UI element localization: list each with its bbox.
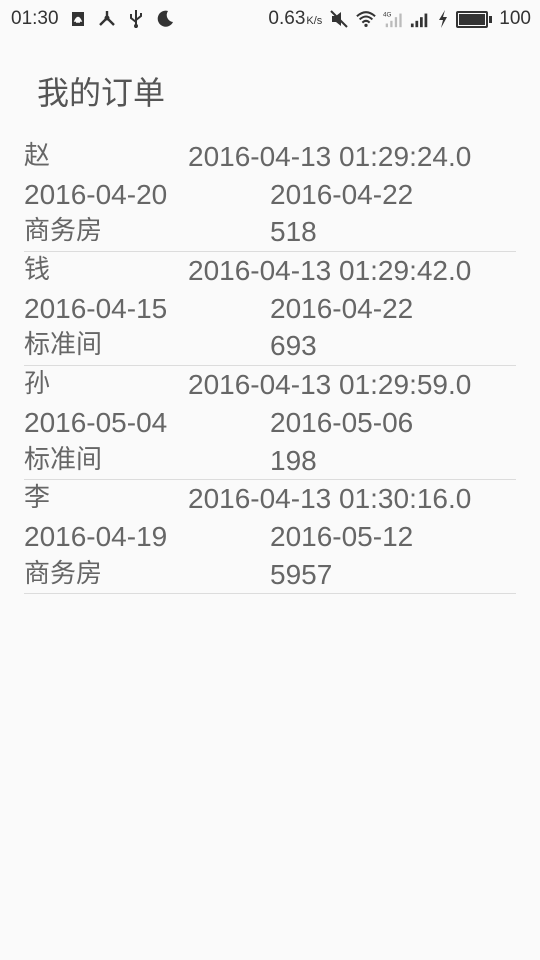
order-created-time: 2016-04-13 01:29:59.0	[188, 369, 472, 401]
order-check-out: 2016-04-22	[270, 292, 414, 324]
speed-value: 0.63	[268, 8, 306, 29]
order-price: 693	[270, 330, 317, 362]
battery-icon	[456, 10, 493, 28]
network-speed: 0.63 K/s	[268, 8, 322, 30]
mute-icon	[329, 9, 349, 29]
order-room-type: 商务房	[24, 216, 103, 247]
order-created-time: 2016-04-13 01:30:16.0	[188, 483, 472, 515]
order-name: 孙	[24, 369, 51, 400]
order-name: 钱	[24, 255, 51, 286]
status-time: 01:30	[11, 8, 59, 29]
order-room-type: 标准间	[24, 444, 103, 475]
order-room-type: 商务房	[24, 558, 103, 589]
order-item[interactable]: 孙 2016-04-13 01:29:59.0 2016-05-04 2016-05…	[24, 366, 516, 481]
wifi-icon	[356, 9, 377, 29]
order-check-in: 2016-05-04	[24, 406, 168, 438]
status-bar-left: 01:30	[11, 8, 175, 30]
svg-text:4G: 4G	[383, 11, 392, 18]
status-bar-right: 0.63 K/s 4G 100	[268, 8, 531, 30]
charging-icon	[437, 9, 449, 29]
order-check-out: 2016-05-12	[270, 520, 414, 552]
order-check-out: 2016-04-22	[270, 178, 414, 210]
order-room-type: 标准间	[24, 330, 103, 361]
page-title: 我的订单	[37, 74, 166, 112]
order-check-out: 2016-05-06	[270, 406, 414, 438]
speed-unit: K/s	[306, 15, 323, 27]
order-price: 5957	[270, 558, 333, 590]
order-check-in: 2016-04-19	[24, 520, 168, 552]
signal-4g-icon: 4G	[383, 9, 403, 29]
order-list[interactable]: 赵 2016-04-13 01:29:24.0 2016-04-20 2016-04…	[24, 138, 516, 595]
status-bar: 01:30 0.63 K/s 4G 100	[0, 0, 540, 38]
signal-icon	[410, 9, 430, 29]
usb-icon	[126, 9, 146, 29]
order-name: 赵	[24, 141, 51, 171]
battery-level: 100	[499, 8, 531, 29]
order-item[interactable]: 赵 2016-04-13 01:29:24.0 2016-04-20 2016-04…	[24, 138, 516, 253]
order-created-time: 2016-04-13 01:29:24.0	[188, 141, 472, 172]
order-name: 李	[24, 483, 51, 514]
order-item[interactable]: 李 2016-04-13 01:30:16.0 2016-04-19 2016-05…	[24, 480, 516, 595]
order-check-in: 2016-04-15	[24, 292, 168, 324]
order-check-in: 2016-04-20	[24, 178, 168, 210]
notification-icon	[68, 9, 88, 29]
moon-icon	[155, 9, 175, 29]
order-price: 198	[270, 444, 317, 476]
order-price: 518	[270, 216, 317, 248]
order-item[interactable]: 钱 2016-04-13 01:29:42.0 2016-04-15 2016-04…	[24, 252, 516, 367]
share-icon	[97, 9, 117, 29]
order-created-time: 2016-04-13 01:29:42.0	[188, 255, 472, 287]
